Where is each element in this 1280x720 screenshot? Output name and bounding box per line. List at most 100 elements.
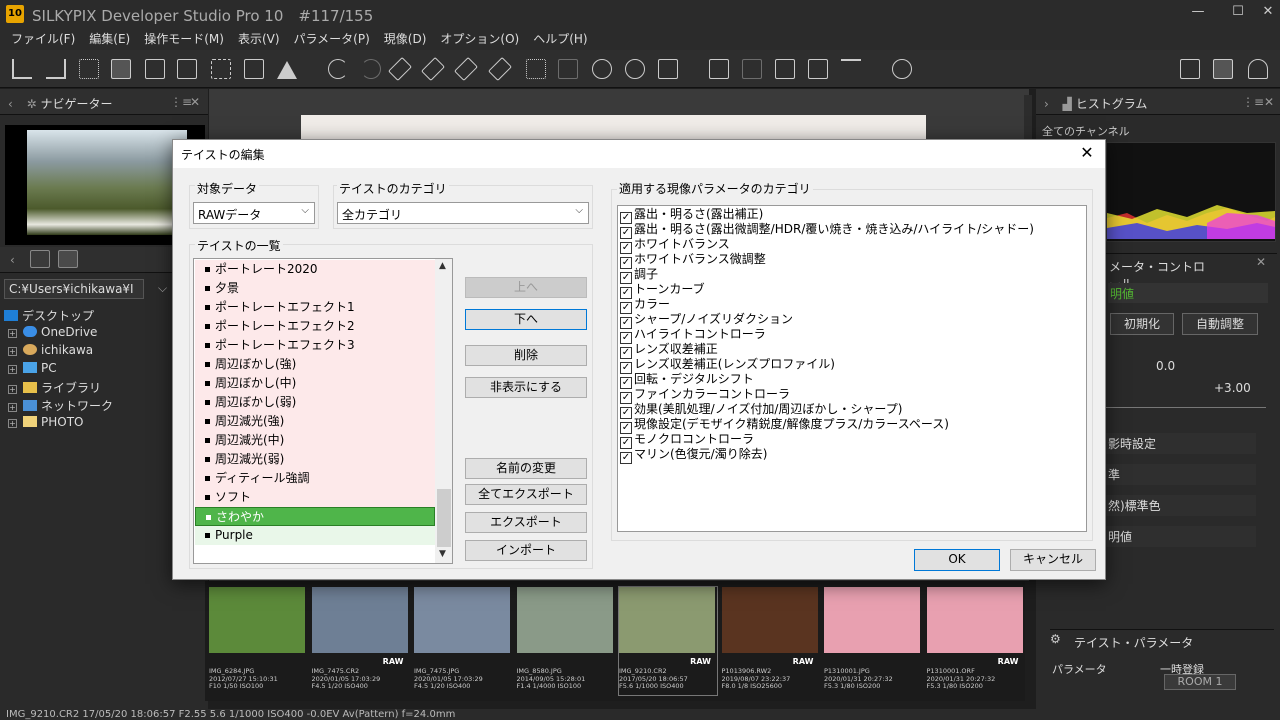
panel-close-icon[interactable]: ✕ [1264, 95, 1274, 109]
undo-icon[interactable] [328, 59, 348, 79]
rotate-left-icon[interactable] [592, 59, 612, 79]
sliders-icon[interactable] [1213, 59, 1233, 79]
checkbox-icon[interactable]: ✓ [620, 452, 632, 464]
menu-view[interactable]: 表示(V) [231, 28, 287, 49]
window-layout-icon[interactable] [1180, 59, 1200, 79]
scroll-down-icon[interactable]: ▼ [439, 549, 446, 559]
back-icon[interactable] [12, 59, 32, 79]
develop-setting-select[interactable]: 影時設定 [1106, 433, 1256, 454]
delete-button[interactable]: 削除 [465, 345, 587, 366]
expand-icon[interactable]: + [8, 329, 17, 338]
redo-icon[interactable] [361, 59, 381, 79]
film-thumbnail[interactable]: RAW IMG_9210.CR2 2017/05/20 18:06:57 F5.6 1… [618, 586, 718, 696]
collapse-icon[interactable]: ‹ [10, 253, 15, 267]
grid-view-icon[interactable] [79, 59, 99, 79]
scroll-up-icon[interactable]: ▲ [439, 261, 446, 271]
menu-mode[interactable]: 操作モード(M) [137, 28, 231, 49]
up-button[interactable]: 上へ [465, 277, 587, 298]
folder-icon[interactable] [58, 250, 78, 268]
ok-button[interactable]: OK [914, 549, 1000, 571]
compare-view-icon[interactable] [177, 59, 197, 79]
preview-view-icon[interactable] [111, 59, 131, 79]
taste-list-item[interactable]: 周辺ぼかし(強) [195, 355, 435, 374]
eyedropper-wb-icon[interactable] [420, 56, 446, 82]
expand-icon[interactable]: + [8, 347, 17, 356]
category-select[interactable]: 全カテゴリ ⌵ [337, 202, 589, 224]
expand-icon[interactable]: + [8, 385, 17, 394]
taste-list[interactable]: ポートレート2020 夕景 ポートレートエフェクト1 ポートレートエフェクト2 ポートレ… [193, 258, 453, 564]
menu-help[interactable]: ヘルプ(H) [526, 28, 594, 49]
dialog-close-icon[interactable]: ✕ [1077, 143, 1097, 162]
comment-icon[interactable] [30, 250, 50, 268]
menu-develop[interactable]: 現像(D) [377, 28, 434, 49]
rename-button[interactable]: 名前の変更 [465, 458, 587, 479]
hide-button[interactable]: 非表示にする [465, 377, 587, 398]
maximize-button[interactable]: ☐ [1226, 2, 1250, 22]
export-button[interactable]: エクスポート [465, 512, 587, 533]
close-window-button[interactable]: ✕ [1256, 2, 1280, 22]
taste-list-item[interactable]: ディティール強調 [195, 469, 435, 488]
tree-item-onedrive[interactable]: + OneDrive [8, 325, 97, 339]
hammer-icon[interactable] [841, 59, 861, 79]
film-thumbnail[interactable]: RAW P1013906.RW2 2019/08/07 23:22:37 F8.0 1… [721, 587, 820, 695]
import-button[interactable]: インポート [465, 540, 587, 561]
menu-parameter[interactable]: パラメータ(P) [287, 28, 377, 49]
tree-item-desktop[interactable]: デスクトップ [4, 307, 94, 324]
panel-menu-icon[interactable]: ⋮≡ [170, 95, 192, 109]
crop-icon[interactable] [526, 59, 546, 79]
batch-icon[interactable] [742, 59, 762, 79]
menu-option[interactable]: オプション(O) [433, 28, 526, 49]
grid-overlay-icon[interactable] [244, 59, 264, 79]
single-view-icon[interactable] [145, 59, 165, 79]
exposure-slider[interactable] [1106, 407, 1266, 408]
minimize-button[interactable]: — [1186, 2, 1210, 22]
down-button[interactable]: 下へ [465, 309, 587, 330]
color-select[interactable]: 然)標準色 [1106, 495, 1256, 516]
eyedropper-icon[interactable] [387, 56, 413, 82]
film-thumbnail[interactable]: RAW IMG_7475.CR2 2020/01/05 17:03:29 F4.5 1… [311, 587, 410, 695]
collapse-icon[interactable]: ‹ [8, 97, 13, 111]
taste-list-item[interactable]: 周辺減光(弱) [195, 450, 435, 469]
param-checkbox[interactable]: ✓ マリン(色復元/濁り除去) [620, 447, 767, 464]
menu-edit[interactable]: 編集(E) [82, 28, 137, 49]
film-thumbnail[interactable]: IMG_7475.JPG 2020/01/05 17:03:29 F4.5 1/20… [414, 587, 512, 695]
path-field[interactable]: C:¥Users¥ichikawa¥I [4, 279, 144, 299]
channel-select[interactable]: 全てのチャンネル [1042, 123, 1130, 139]
taste-list-item[interactable]: 周辺減光(中) [195, 431, 435, 450]
wb-select[interactable]: 準 [1106, 464, 1256, 485]
palette-icon[interactable] [1248, 59, 1268, 79]
layers-icon[interactable] [558, 59, 578, 79]
list-scrollbar[interactable]: ▲ ▼ [435, 259, 452, 563]
taste-list-item[interactable]: ポートレートエフェクト1 [195, 298, 435, 317]
fullscreen-icon[interactable] [211, 59, 231, 79]
params-list[interactable]: ✓ 露出・明るさ(露出補正) ✓ 露出・明るさ(露出微調整/HDR/覆い焼き・焼き込み… [617, 205, 1087, 532]
panel-close-icon[interactable]: ✕ [190, 95, 200, 109]
forward-icon[interactable] [46, 59, 66, 79]
tree-item-pc[interactable]: + PC [8, 361, 57, 375]
rotate-right-icon[interactable] [625, 59, 645, 79]
export-all-button[interactable]: 全てエクスポート [465, 484, 587, 505]
taste-list-item[interactable]: 夕景 [195, 279, 435, 298]
warning-icon[interactable] [277, 59, 297, 79]
menu-file[interactable]: ファイル(F) [4, 28, 82, 49]
taste-list-item[interactable]: ポートレートエフェクト3 [195, 336, 435, 355]
panel-menu-icon[interactable]: ⋮≡ [1242, 95, 1264, 109]
tree-item-network[interactable]: + ネットワーク [8, 397, 113, 414]
brush-icon[interactable] [453, 56, 479, 82]
taste-list-item[interactable]: さわやか [195, 507, 435, 526]
chevron-down-icon[interactable]: ⌵ [158, 281, 167, 296]
taste-list-item[interactable]: ソフト [195, 488, 435, 507]
expand-icon[interactable]: › [1044, 97, 1049, 111]
monitor-icon[interactable] [808, 59, 828, 79]
init-button[interactable]: 初期化 [1110, 313, 1174, 335]
film-thumbnail[interactable]: RAW P1310001.ORF 2020/01/31 20:27:32 F5.3 1… [926, 587, 1025, 695]
preset-select[interactable]: 明値 [1108, 283, 1268, 303]
film-thumbnail[interactable]: IMG_8580.JPG 2014/09/05 15:28:01 F1.4 1/40… [516, 587, 615, 695]
scroll-thumb[interactable] [437, 489, 451, 547]
spot-icon[interactable] [487, 56, 513, 82]
develop-icon[interactable] [709, 59, 729, 79]
taste-list-item[interactable]: ポートレートエフェクト2 [195, 317, 435, 336]
panel-close-icon[interactable]: ✕ [1256, 255, 1266, 269]
tree-item-photo[interactable]: + PHOTO [8, 415, 83, 429]
taste-list-item[interactable]: 周辺ぼかし(中) [195, 374, 435, 393]
